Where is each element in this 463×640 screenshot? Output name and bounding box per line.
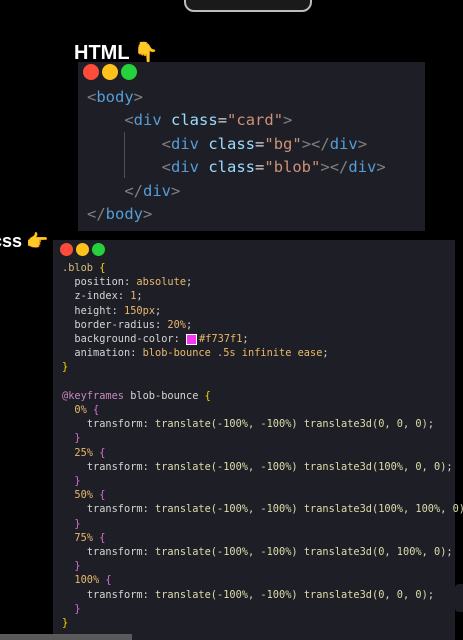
code-line: transform: translate(-100%, -100%) trans… (86, 418, 435, 431)
horizontal-scrollbar[interactable] (0, 634, 132, 640)
code-line: } (74, 517, 81, 530)
code-line: </body> (87, 205, 153, 224)
html-code-block: <body> <div class="card"> <div class="bg… (87, 86, 386, 226)
pointing-right-icon: 👉 (26, 231, 49, 252)
code-line: 75% { (74, 531, 106, 544)
code-line: transform: translate(-100%, -100%) trans… (86, 503, 463, 516)
code-line: } (74, 602, 81, 615)
code-line: 100% { (74, 574, 112, 587)
color-swatch[interactable] (186, 333, 198, 345)
pointing-down-icon: 👇 (133, 40, 159, 64)
close-dot-icon[interactable] (83, 64, 99, 80)
code-line: } (62, 361, 69, 374)
css-code-block: .blob { position: absolute; z-index: 1; … (62, 261, 463, 630)
code-line: </div> (124, 181, 181, 200)
code-line: <div class="blob"></div> (161, 158, 386, 177)
css-code-editor: .blob { position: absolute; z-index: 1; … (53, 240, 463, 640)
code-line: <div class="bg"></div> (161, 134, 368, 153)
code-line: 50% { (74, 489, 106, 502)
code-line: position: absolute; (74, 276, 193, 289)
window-controls (60, 243, 105, 256)
code-line: transform: translate(-100%, -100%) trans… (86, 460, 453, 473)
maximize-dot-icon[interactable] (121, 64, 137, 80)
maximize-dot-icon[interactable] (92, 243, 105, 256)
code-line: } (74, 432, 81, 445)
css-label-text: css (0, 231, 23, 251)
code-line: } (74, 560, 81, 573)
code-line: .blob { (62, 262, 106, 274)
window-controls (83, 64, 137, 80)
code-line: transform: translate(-100%, -100%) trans… (86, 588, 435, 601)
close-dot-icon[interactable] (60, 243, 73, 256)
side-scroll-handle[interactable] (455, 584, 463, 612)
minimize-dot-icon[interactable] (76, 243, 89, 256)
css-section-label: css👉 (0, 231, 48, 252)
code-line: transform: translate(-100%, -100%) trans… (86, 546, 453, 559)
code-line: <body> (87, 88, 144, 106)
code-line: @keyframes blob-bounce { (62, 389, 211, 402)
minimize-dot-icon[interactable] (102, 64, 118, 80)
code-line: height: 150px; (74, 304, 162, 317)
code-line: } (74, 475, 81, 488)
html-label-text: HTML (74, 42, 130, 64)
code-line: } (62, 617, 69, 630)
code-line: 0% { (74, 404, 100, 417)
code-line: animation: blob-bounce .5s infinite ease… (74, 347, 329, 360)
code-line: border-radius: 20%; (74, 318, 193, 331)
html-code-editor: <body> <div class="card"> <div class="bg… (78, 62, 425, 231)
code-line: z-index: 1; (74, 290, 143, 303)
top-pill-control[interactable] (184, 0, 312, 12)
code-line: 25% { (74, 446, 106, 459)
code-line: <div class="card"> (124, 111, 293, 130)
code-line: background-color: #f737f1; (74, 333, 249, 346)
